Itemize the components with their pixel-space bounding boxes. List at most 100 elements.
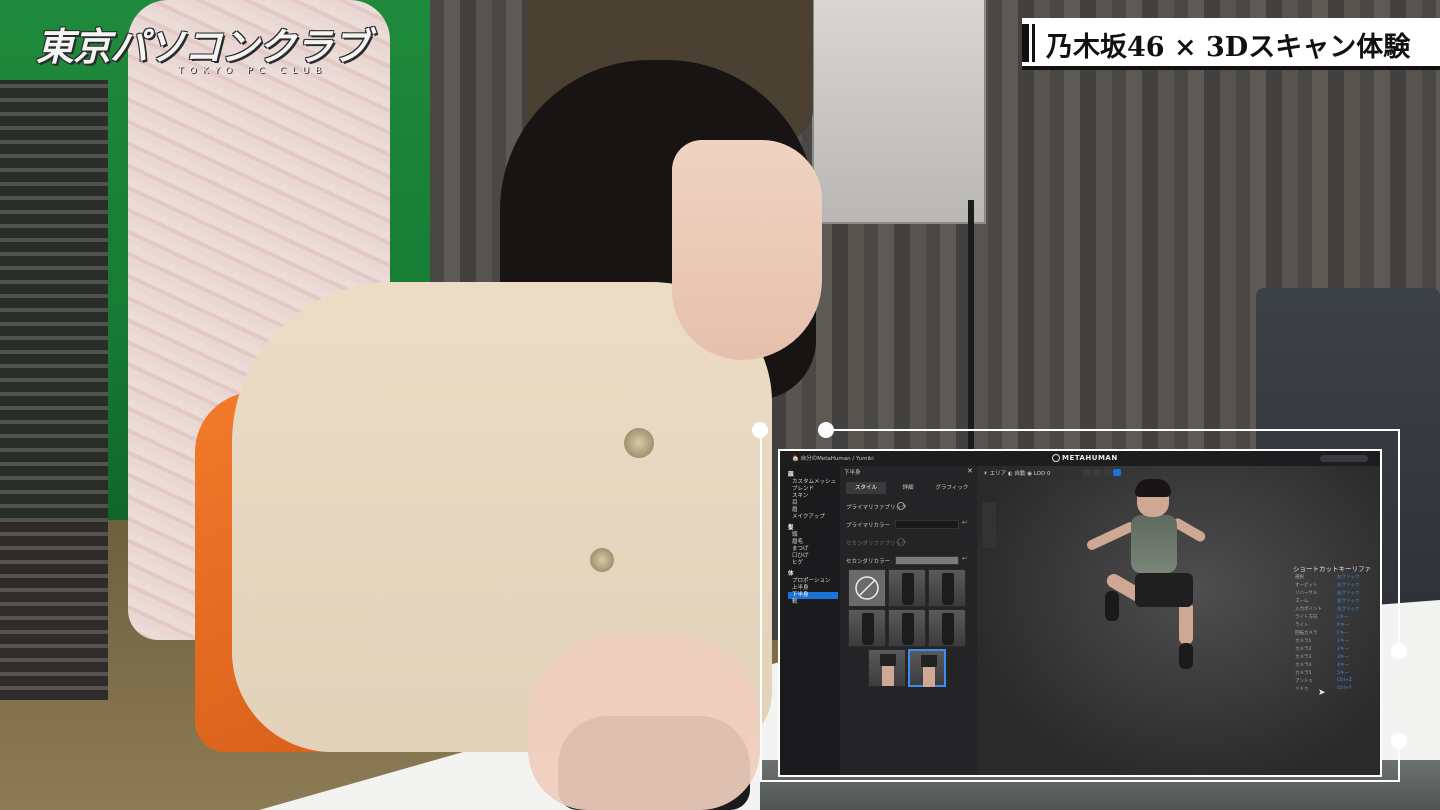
sidebar-item[interactable]: メイクアップ xyxy=(792,514,825,521)
category-sidebar: 顔カスタムメッシュ ブレンド スキン目眉メイクアップ髪頭眉毛 まつげ 口ひげ ヒゲ体プロポ… xyxy=(780,466,840,775)
primary-fabric-none-icon[interactable] xyxy=(897,502,905,510)
metahuman-avatar xyxy=(1075,479,1225,681)
shortcut-key: ライト方向 xyxy=(1295,615,1318,620)
tab-graphic[interactable]: グラフィック xyxy=(930,482,974,494)
cardigan-button xyxy=(624,428,654,458)
lower-body-panel: 下半身 ✕ スタイル 詳細 グラフィック プライマリファブリック プライマリカラ… xyxy=(840,466,977,775)
tool-chip-active[interactable] xyxy=(1113,469,1121,476)
show-logo: 東京パソコンクラブ TOKYO PC CLUB xyxy=(36,16,376,86)
shortcut-key: カメラ2 xyxy=(1295,647,1312,652)
shortcut-key: ズーム xyxy=(1295,599,1309,604)
viewport-toolbar[interactable]: ☀ エリア ◐ 自動 ◉ LOD 0 xyxy=(983,469,1050,477)
none-icon xyxy=(855,576,879,600)
legs xyxy=(923,667,935,687)
cardigan-button xyxy=(590,548,614,572)
sidebar-item[interactable]: 目 xyxy=(792,500,798,507)
woman-hand xyxy=(528,634,760,810)
frame-dot xyxy=(752,422,768,438)
3d-viewport[interactable]: ☀ エリア ◐ 自動 ◉ LOD 0 ショートカットキーリファ 選択 左クリックオ… xyxy=(977,466,1380,775)
avatar-shirt xyxy=(1131,515,1177,573)
shortcut-key: アンドゥ xyxy=(1295,679,1313,684)
garment-tile[interactable] xyxy=(888,609,926,647)
garment-tile[interactable] xyxy=(928,609,966,647)
shortcut-key: カメラ3 xyxy=(1295,655,1312,660)
sidebar-item[interactable]: ヒゲ xyxy=(792,560,803,567)
breadcrumb[interactable]: 🏠 自分のMetaHuman / Yumiki xyxy=(792,454,874,462)
shorts-icon xyxy=(921,655,937,667)
video-frame: 東京パソコンクラブ TOKYO PC CLUB 乃木坂46 × 3Dスキャン体験… xyxy=(0,0,1440,810)
logo-subtitle: TOKYO PC CLUB xyxy=(178,66,328,76)
sidebar-item[interactable]: 体 xyxy=(788,571,794,578)
tab-detail[interactable]: 詳細 xyxy=(888,482,928,494)
pants-icon xyxy=(902,573,914,605)
sidebar-item[interactable]: 髪 xyxy=(788,525,794,532)
garment-tile[interactable] xyxy=(928,569,966,607)
avatar-shorts xyxy=(1135,573,1193,607)
frame-line xyxy=(760,780,1400,782)
pants-icon xyxy=(902,613,914,645)
sidebar-item[interactable]: プロポーション xyxy=(792,578,830,585)
app-titlebar: 🏠 自分のMetaHuman / Yumiki METAHUMAN xyxy=(780,451,1380,466)
primary-color-label: プライマリカラー xyxy=(846,523,891,529)
sidebar-item[interactable]: 下半身 xyxy=(788,592,838,599)
shortcut-key: リドゥ xyxy=(1295,687,1309,692)
garment-tile[interactable] xyxy=(908,649,946,687)
shortcut-key: 回転カメラ xyxy=(1295,631,1318,636)
metahuman-app-screenshot: 🏠 自分のMetaHuman / Yumiki METAHUMAN 顔カスタムメ… xyxy=(778,449,1382,777)
shortcut-key: カメラ4 xyxy=(1295,663,1312,668)
logo-title: 東京パソコンクラブ xyxy=(36,25,370,69)
shortcut-value: Rキー xyxy=(1337,623,1350,628)
secondary-fabric-none-icon[interactable] xyxy=(897,538,905,546)
account-button[interactable] xyxy=(1320,455,1368,462)
pants-icon xyxy=(942,573,954,605)
app-brand: METAHUMAN xyxy=(1062,454,1118,462)
tool-chip[interactable] xyxy=(1083,469,1091,476)
secondary-color-label: セカンダリカラー xyxy=(846,559,891,565)
sidebar-item[interactable]: ブレンド xyxy=(792,486,814,493)
avatar-arm xyxy=(1085,520,1137,552)
sidebar-item[interactable]: 頭 xyxy=(792,532,798,539)
shortcut-key: オービット xyxy=(1295,583,1318,588)
garment-tile[interactable] xyxy=(888,569,926,607)
sidebar-item[interactable]: 靴 xyxy=(792,599,798,606)
frame-dot xyxy=(818,422,834,438)
shortcut-key: 選択 xyxy=(1295,575,1304,580)
reset-icon[interactable]: ↩ xyxy=(962,555,967,562)
tool-chip[interactable] xyxy=(1093,469,1101,476)
shortcut-value: Fキー xyxy=(1337,631,1349,636)
background-person-plaid-coat xyxy=(0,80,108,700)
shortcut-value: 左クリック xyxy=(1337,575,1360,580)
primary-color-field[interactable] xyxy=(895,520,959,529)
sidebar-item[interactable]: 眉 xyxy=(792,507,798,514)
shorts-icon xyxy=(880,654,896,666)
mouse-cursor-icon: ➤ xyxy=(1318,688,1326,698)
shortcut-value: 3キー xyxy=(1337,655,1349,660)
sidebar-item[interactable]: カスタムメッシュ xyxy=(792,479,836,486)
sidebar-item[interactable]: まつげ xyxy=(792,546,809,553)
shortcut-key: ライト xyxy=(1295,623,1309,628)
sidebar-item[interactable]: 口ひげ xyxy=(792,553,809,560)
garment-tile[interactable] xyxy=(868,649,906,687)
reset-icon[interactable]: ↩ xyxy=(962,519,967,526)
sidebar-item[interactable]: 眉毛 xyxy=(792,539,803,546)
viewport-tools[interactable] xyxy=(982,502,996,548)
banner-title: 乃木坂46 × 3Dスキャン体験 xyxy=(1046,32,1411,63)
sidebar-item[interactable]: 顔 xyxy=(788,472,794,479)
close-icon[interactable]: ✕ xyxy=(967,467,973,475)
garment-tile[interactable] xyxy=(848,609,886,647)
tab-style[interactable]: スタイル xyxy=(846,482,886,494)
shortcut-key: カメラ5 xyxy=(1295,671,1312,676)
shortcut-value: 1キー xyxy=(1337,639,1349,644)
shortcut-key: リハーサル xyxy=(1295,591,1318,596)
title-banner: 乃木坂46 × 3Dスキャン体験 xyxy=(1022,18,1440,68)
softbox-light xyxy=(812,0,986,224)
shortcut-key: カメラ1 xyxy=(1295,639,1312,644)
garment-none-tile[interactable] xyxy=(848,569,886,607)
sidebar-item[interactable]: 上半身 xyxy=(792,585,809,592)
sidebar-item[interactable]: スキン xyxy=(792,493,808,500)
frame-line xyxy=(826,429,1400,431)
secondary-color-field[interactable] xyxy=(895,556,959,565)
pants-icon xyxy=(942,613,954,645)
shortcut-title: ショートカットキーリファ xyxy=(1293,565,1371,573)
tool-chip[interactable] xyxy=(1103,469,1111,476)
